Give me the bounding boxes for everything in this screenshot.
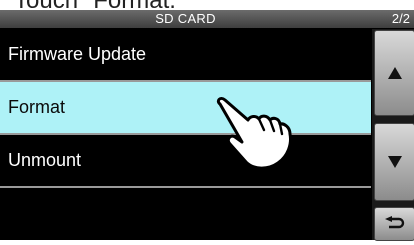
triangle-down-icon [387, 156, 402, 168]
menu-item-empty [0, 188, 371, 245]
scroll-controls [372, 29, 414, 241]
back-button[interactable] [374, 207, 414, 241]
menu-item-firmware-update[interactable]: Firmware Update [0, 29, 371, 82]
title-bar: SD CARD 2/2 [0, 10, 414, 28]
device-screen: SD CARD 2/2 Firmware Update Format Unmou… [0, 10, 414, 241]
page-indicator: 2/2 [391, 11, 410, 26]
scroll-down-button[interactable] [374, 123, 414, 201]
return-arrow-icon [384, 216, 405, 232]
menu-list: Firmware Update Format Unmount [0, 29, 371, 245]
scroll-up-button[interactable] [374, 30, 414, 116]
touch-hand-icon [214, 96, 300, 177]
triangle-up-icon [387, 67, 402, 79]
menu-item-unmount[interactable]: Unmount [0, 135, 371, 188]
menu-item-format[interactable]: Format [0, 82, 371, 135]
screen-title: SD CARD [155, 11, 216, 26]
